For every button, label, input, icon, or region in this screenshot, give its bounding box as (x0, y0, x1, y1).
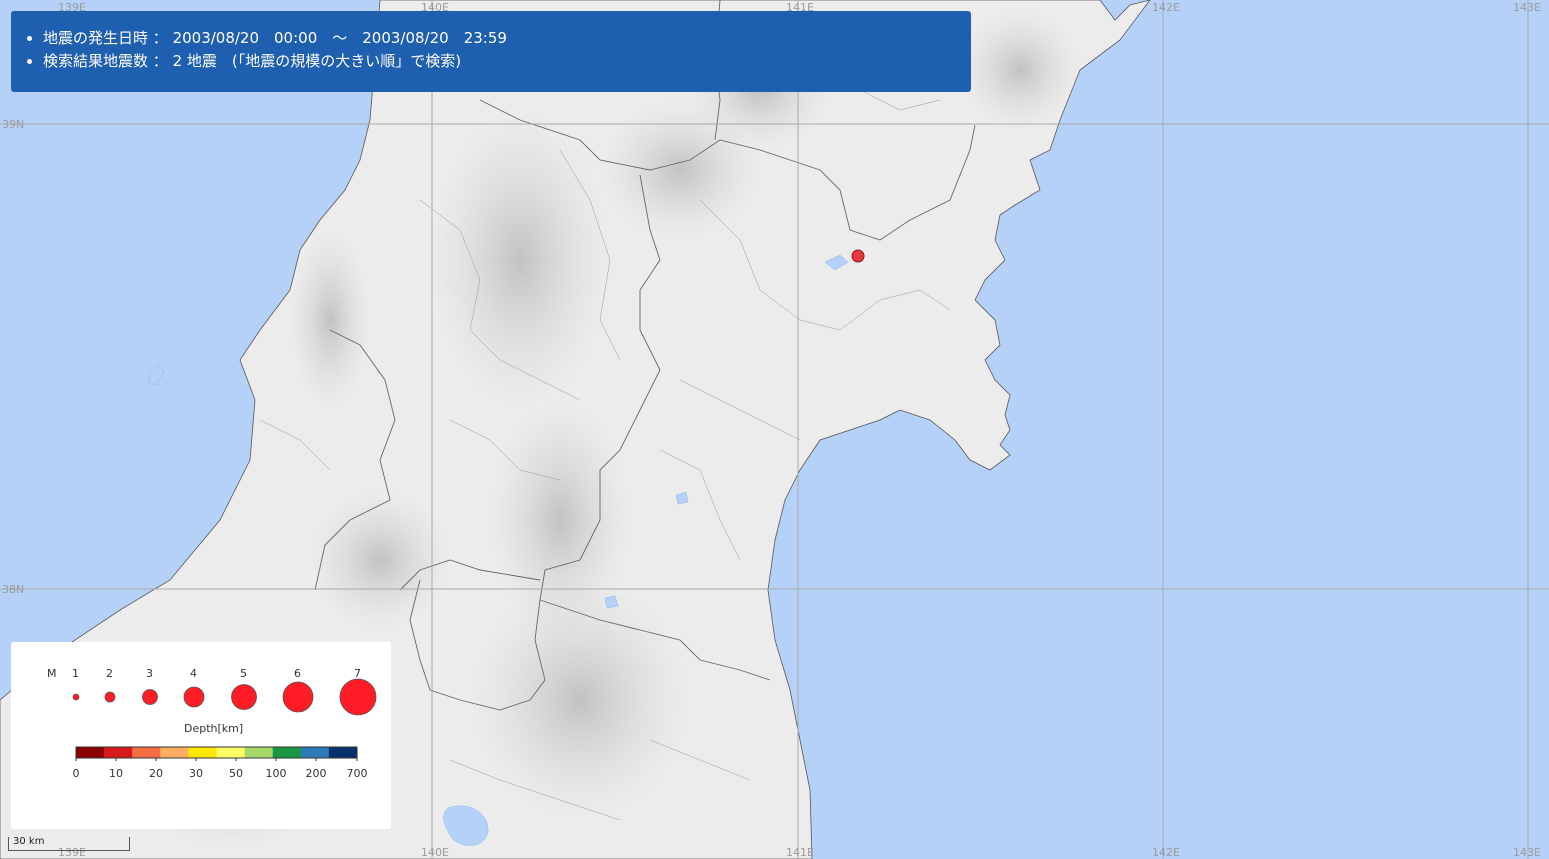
magnitude-label: 1 (72, 667, 79, 680)
magnitude-circle-2 (104, 691, 116, 703)
depth-color-segment (160, 747, 189, 758)
search-info-panel: 地震の発生日時 ： 2003/08/20 00:00 ～ 2003/08/20 … (11, 11, 971, 92)
depth-color-segment (244, 747, 274, 758)
magnitude-label: 3 (146, 667, 153, 680)
magnitude-label: 7 (354, 667, 361, 680)
depth-tick-label: 0 (73, 767, 80, 780)
epicenter-marker[interactable] (851, 249, 865, 263)
depth-color-segment (300, 747, 330, 758)
depth-tick-label: 30 (189, 767, 203, 780)
magnitude-circle-4 (183, 686, 205, 708)
lat-label: 38N (2, 583, 24, 596)
depth-tick-label: 10 (109, 767, 123, 780)
lon-label-bottom: 140E (421, 846, 449, 859)
magnitude-label: 6 (294, 667, 301, 680)
lon-label-top: 143E (1513, 1, 1541, 14)
result-count-label: 検索結果地震数 (43, 52, 149, 70)
magnitude-circle-3 (142, 689, 158, 705)
depth-tick-label: 700 (347, 767, 368, 780)
legend-panel: M 1 2 3 4 5 6 7 Depth[km] 0 10 20 30 50 … (11, 642, 391, 829)
datetime-label: 地震の発生日時 (43, 29, 149, 47)
magnitude-label: 2 (106, 667, 113, 680)
magnitude-circle-7 (339, 678, 377, 716)
result-count-value: 2 地震 (「地震の規模の大きい順」で検索) (172, 52, 462, 70)
depth-color-segment (76, 747, 105, 758)
result-count-line: 検索結果地震数 ： 2 地震 (「地震の規模の大きい順」で検索) (43, 50, 957, 73)
depth-tick-label: 20 (149, 767, 163, 780)
depth-color-segment (272, 747, 302, 758)
lon-label-bottom: 141E (786, 846, 814, 859)
lon-label-top: 142E (1152, 1, 1180, 14)
magnitude-label: 5 (240, 667, 247, 680)
depth-colorbar (76, 747, 358, 758)
depth-color-segment (188, 747, 217, 758)
datetime-value: 2003/08/20 00:00 ～ 2003/08/20 23:59 (172, 29, 507, 47)
lon-label-bottom: 143E (1513, 846, 1541, 859)
magnitude-circle-6 (282, 681, 314, 713)
scale-bar-label: 30 km (13, 836, 45, 847)
depth-tick-label: 50 (229, 767, 243, 780)
depth-color-segment (328, 747, 358, 758)
magnitude-label: 4 (190, 667, 197, 680)
magnitude-legend-label: M (47, 667, 57, 680)
depth-title: Depth[km] (184, 722, 243, 735)
magnitude-circle-1 (72, 693, 80, 701)
depth-color-segment (104, 747, 133, 758)
lat-label: 39N (2, 118, 24, 131)
magnitude-circle-5 (231, 684, 257, 710)
depth-color-segment (132, 747, 161, 758)
depth-color-segment (216, 747, 246, 758)
scale-bar: 30 km (8, 836, 130, 851)
depth-tick-label: 100 (266, 767, 287, 780)
depth-tick-label: 200 (306, 767, 327, 780)
datetime-range-line: 地震の発生日時 ： 2003/08/20 00:00 ～ 2003/08/20 … (43, 27, 957, 50)
lon-label-bottom: 142E (1152, 846, 1180, 859)
